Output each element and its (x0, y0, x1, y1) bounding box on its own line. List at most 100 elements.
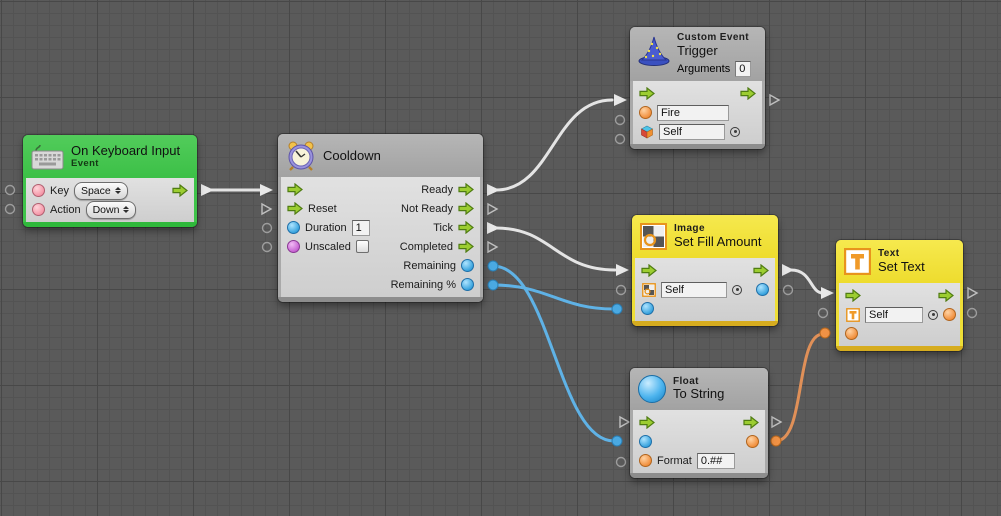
node-float-to-string[interactable]: Float To String Format (630, 368, 768, 478)
unscaled-checkbox[interactable] (356, 240, 369, 253)
key-port[interactable] (32, 184, 45, 197)
action-dropdown[interactable]: Down (86, 201, 137, 219)
notready-out-arrow[interactable] (458, 202, 474, 215)
object-picker-icon[interactable] (730, 127, 740, 137)
flow-in-arrow[interactable] (845, 289, 861, 302)
flow-in-arrow[interactable] (287, 183, 303, 196)
updown-icon (123, 206, 129, 213)
flow-in-arrow[interactable] (639, 87, 655, 100)
cooldown-reset-ext-port[interactable] (262, 204, 271, 214)
key-dropdown[interactable]: Space (74, 182, 128, 200)
arguments-label: Arguments (677, 63, 730, 76)
wire-image-to-settext[interactable] (791, 270, 823, 293)
trigger-in-arrowhead[interactable] (614, 94, 627, 106)
cooldown-in-arrowhead[interactable] (260, 184, 273, 196)
format-label: Format (657, 455, 692, 467)
tostring-value-ext-port[interactable] (612, 436, 622, 446)
flow-out-arrow[interactable] (743, 416, 759, 429)
string-result-port[interactable] (746, 435, 759, 448)
text-target-port[interactable] (845, 307, 860, 322)
text-result-port[interactable] (943, 308, 956, 321)
node-kind: Custom Event (677, 32, 751, 44)
node-footer (23, 222, 197, 227)
ready-out-arrow[interactable] (458, 183, 474, 196)
image-result-port[interactable] (756, 283, 769, 296)
tostring-flowout-ext-port[interactable] (772, 417, 781, 427)
object-picker-icon[interactable] (732, 285, 742, 295)
updown-icon (115, 187, 121, 194)
wire-tostring-to-settext[interactable] (776, 334, 823, 441)
cooldown-tick-arrowhead[interactable] (487, 222, 500, 234)
image-in-arrowhead[interactable] (616, 264, 629, 276)
node-cooldown[interactable]: Cooldown Ready Reset Not Ready Dur (278, 134, 483, 302)
settext-out-ext-port[interactable] (968, 288, 977, 298)
node-title: To String (673, 387, 724, 402)
cooldown-remainingpct-ext-port[interactable] (488, 280, 498, 290)
gameobject-port[interactable] (639, 124, 654, 139)
trigger-out-ext-port[interactable] (770, 95, 779, 105)
image-result-ext-port[interactable] (784, 286, 793, 295)
image-out-arrowhead[interactable] (782, 264, 794, 276)
remaining-port[interactable] (461, 259, 474, 272)
settext-value-ext-port[interactable] (820, 328, 830, 338)
float-value-port[interactable] (639, 435, 652, 448)
node-footer (630, 144, 765, 149)
duration-input[interactable] (352, 220, 370, 236)
settext-result-ext-port[interactable] (968, 309, 977, 318)
keyboard-out-arrowhead[interactable] (201, 184, 214, 196)
flow-in-arrow[interactable] (641, 264, 657, 277)
graph-canvas[interactable]: On Keyboard Input Event Key Space Action (0, 0, 1001, 516)
action-port[interactable] (32, 203, 45, 216)
event-name-input[interactable] (657, 105, 729, 121)
cooldown-notready-ext-port[interactable] (488, 204, 497, 214)
flow-out-arrow[interactable] (938, 289, 954, 302)
remainingpct-port[interactable] (461, 278, 474, 291)
node-on-keyboard-input[interactable]: On Keyboard Input Event Key Space Action (23, 135, 197, 227)
image-target-ext-port[interactable] (617, 286, 626, 295)
wire-remaining-to-tostring[interactable] (493, 266, 614, 441)
flow-in-arrow[interactable] (639, 416, 655, 429)
image-target-port[interactable] (641, 282, 656, 297)
trigger-name-ext-port[interactable] (616, 116, 625, 125)
tostring-flowin-ext-port[interactable] (620, 417, 629, 427)
cooldown-unscaled-ext-port[interactable] (263, 243, 272, 252)
event-name-port[interactable] (639, 106, 652, 119)
cooldown-ready-arrowhead[interactable] (487, 184, 500, 196)
arguments-input[interactable] (735, 61, 751, 77)
cooldown-remaining-ext-port[interactable] (488, 261, 498, 271)
unscaled-port[interactable] (287, 240, 300, 253)
node-text-set-text[interactable]: Text Set Text (836, 240, 963, 351)
wire-remainingpct-to-image[interactable] (493, 285, 614, 309)
settext-in-arrowhead[interactable] (821, 287, 834, 299)
completed-out-arrow[interactable] (458, 240, 474, 253)
tostring-format-ext-port[interactable] (617, 458, 626, 467)
format-input[interactable] (697, 453, 735, 469)
text-icon (844, 248, 871, 275)
reset-in-arrow[interactable] (287, 202, 303, 215)
fill-amount-port[interactable] (641, 302, 654, 315)
duration-port[interactable] (287, 221, 300, 234)
image-self-input[interactable] (661, 282, 727, 298)
object-picker-icon[interactable] (928, 310, 938, 320)
keyboard-key-ext-port[interactable] (6, 186, 15, 195)
target-self-input[interactable] (659, 124, 725, 140)
wire-tick-to-image[interactable] (496, 228, 615, 270)
cooldown-duration-ext-port[interactable] (263, 224, 272, 233)
text-self-input[interactable] (865, 307, 923, 323)
format-port[interactable] (639, 454, 652, 467)
wire-ready-to-trigger[interactable] (496, 100, 612, 190)
flow-out-arrow[interactable] (172, 184, 188, 197)
keyboard-action-ext-port[interactable] (6, 205, 15, 214)
node-custom-event-trigger[interactable]: Custom Event Trigger Arguments (630, 27, 765, 149)
flow-out-arrow[interactable] (740, 87, 756, 100)
flow-out-arrow[interactable] (753, 264, 769, 277)
settext-target-ext-port[interactable] (819, 309, 828, 318)
text-value-port[interactable] (845, 327, 858, 340)
image-fill-ext-port[interactable] (612, 304, 622, 314)
tostring-result-ext-port[interactable] (771, 436, 781, 446)
trigger-target-ext-port[interactable] (616, 135, 625, 144)
key-label: Key (50, 185, 69, 197)
cooldown-completed-ext-port[interactable] (488, 242, 497, 252)
node-image-set-fill-amount[interactable]: Image Set Fill Amount (632, 215, 778, 326)
tick-out-arrow[interactable] (458, 221, 474, 234)
